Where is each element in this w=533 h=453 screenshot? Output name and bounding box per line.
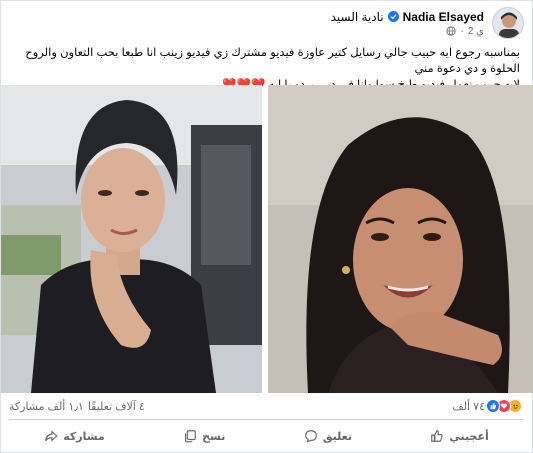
author-avatar[interactable] — [492, 7, 524, 39]
facebook-post: Nadia Elsayed نادية السيد 2 ي · بمناسبه … — [0, 0, 533, 453]
like-reaction-icon — [486, 399, 500, 413]
copy-icon — [185, 430, 196, 443]
reactions-summary[interactable]: ٧٤ ألف — [452, 399, 522, 413]
comments-count[interactable]: ٤ آلاف تعليقًا — [88, 400, 145, 413]
divider — [9, 419, 524, 420]
copy-label: نسخ — [202, 430, 226, 443]
shares-count[interactable]: ١٫١ ألف مشاركة — [9, 400, 84, 413]
post-text-line: بمناسبه رجوع ايه حبيب جالي رسايل كتير عا… — [25, 47, 520, 75]
share-arrow-icon — [45, 430, 58, 442]
like-button[interactable]: أعجبني — [420, 425, 498, 447]
globe-icon — [446, 26, 457, 36]
reactions-count[interactable]: ٧٤ ألف — [452, 400, 485, 413]
meta-separator: · — [460, 25, 464, 37]
photo-grid — [1, 85, 533, 395]
post-stats: ٧٤ ألف ٤ آلاف تعليقًا ١٫١ ألف مشاركة — [9, 397, 522, 415]
post-meta: 2 ي · — [331, 26, 484, 37]
comment-button[interactable]: تعليق — [294, 425, 362, 447]
comment-label: تعليق — [322, 430, 353, 443]
post-time[interactable]: 2 ي — [468, 26, 484, 37]
comment-icon — [304, 430, 317, 443]
thumbs-up-icon — [431, 430, 443, 442]
copy-button[interactable]: نسخ — [173, 425, 235, 447]
author-info: Nadia Elsayed نادية السيد 2 ي · — [331, 10, 484, 37]
post-header: Nadia Elsayed نادية السيد 2 ي · — [331, 5, 524, 41]
reaction-icons — [486, 399, 522, 413]
share-button[interactable]: مشاركة — [34, 425, 115, 447]
author-name[interactable]: Nadia Elsayed — [403, 10, 484, 24]
like-label: أعجبني — [449, 430, 489, 443]
author-name-arabic[interactable]: نادية السيد — [331, 10, 384, 24]
post-actions: أعجبني تعليق نسخ مشاركة — [5, 422, 528, 450]
engagement-counts: ٤ آلاف تعليقًا ١٫١ ألف مشاركة — [9, 400, 145, 413]
photo-woman-smiling[interactable] — [268, 85, 533, 393]
share-label: مشاركة — [63, 430, 105, 443]
photo-woman-in-car[interactable] — [1, 85, 262, 393]
verified-badge-icon — [387, 11, 399, 22]
